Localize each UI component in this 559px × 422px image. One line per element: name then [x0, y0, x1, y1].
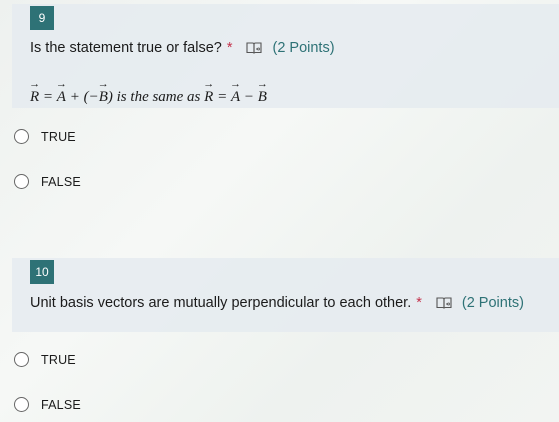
radio-button[interactable]	[14, 174, 29, 189]
question-formula: R = A + (−B) is the same as R = A − B	[30, 89, 267, 106]
option-false-q9[interactable]: FALSE	[14, 174, 81, 189]
formula-minus: −	[243, 89, 254, 105]
option-label: TRUE	[41, 129, 76, 144]
formula-equals: =	[42, 89, 54, 105]
radio-button[interactable]	[14, 397, 29, 412]
points-label: (2 Points)	[272, 40, 335, 56]
option-false-q10[interactable]: FALSE	[14, 397, 81, 412]
vector-r: R	[204, 89, 213, 106]
radio-button[interactable]	[14, 352, 29, 367]
vector-r: R	[30, 89, 39, 106]
immersive-reader-icon[interactable]	[436, 296, 452, 310]
option-label: FALSE	[41, 174, 81, 189]
immersive-reader-icon[interactable]	[246, 41, 263, 55]
formula-plus-negate: + (−	[69, 89, 99, 105]
formula-close-paren: )	[107, 89, 113, 105]
option-label: TRUE	[41, 352, 76, 367]
question-title: Is the statement true or false?	[30, 40, 222, 56]
formula-text: is the same as	[116, 89, 201, 105]
option-true-q9[interactable]: TRUE	[14, 129, 76, 144]
question-card-10: 10 Unit basis vectors are mutually perpe…	[12, 258, 559, 332]
question-card-9: 9 Is the statement true or false? * (2 P…	[12, 4, 559, 108]
vector-a: A	[57, 89, 66, 106]
required-marker: *	[416, 295, 422, 311]
vector-b: B	[99, 89, 108, 106]
question-title: Unit basis vectors are mutually perpendi…	[30, 295, 412, 311]
radio-button[interactable]	[14, 129, 29, 144]
required-marker: *	[226, 40, 233, 56]
vector-a: A	[231, 89, 240, 106]
question-title-row: Unit basis vectors are mutually perpendi…	[30, 295, 524, 311]
vector-b: B	[258, 89, 267, 106]
option-true-q10[interactable]: TRUE	[14, 352, 76, 367]
question-number-badge: 10	[30, 260, 54, 284]
formula-equals: =	[217, 89, 228, 105]
option-label: FALSE	[41, 397, 81, 412]
question-number-badge: 9	[30, 6, 54, 30]
question-title-row: Is the statement true or false? * (2 Poi…	[30, 40, 335, 56]
points-label: (2 Points)	[461, 295, 524, 311]
